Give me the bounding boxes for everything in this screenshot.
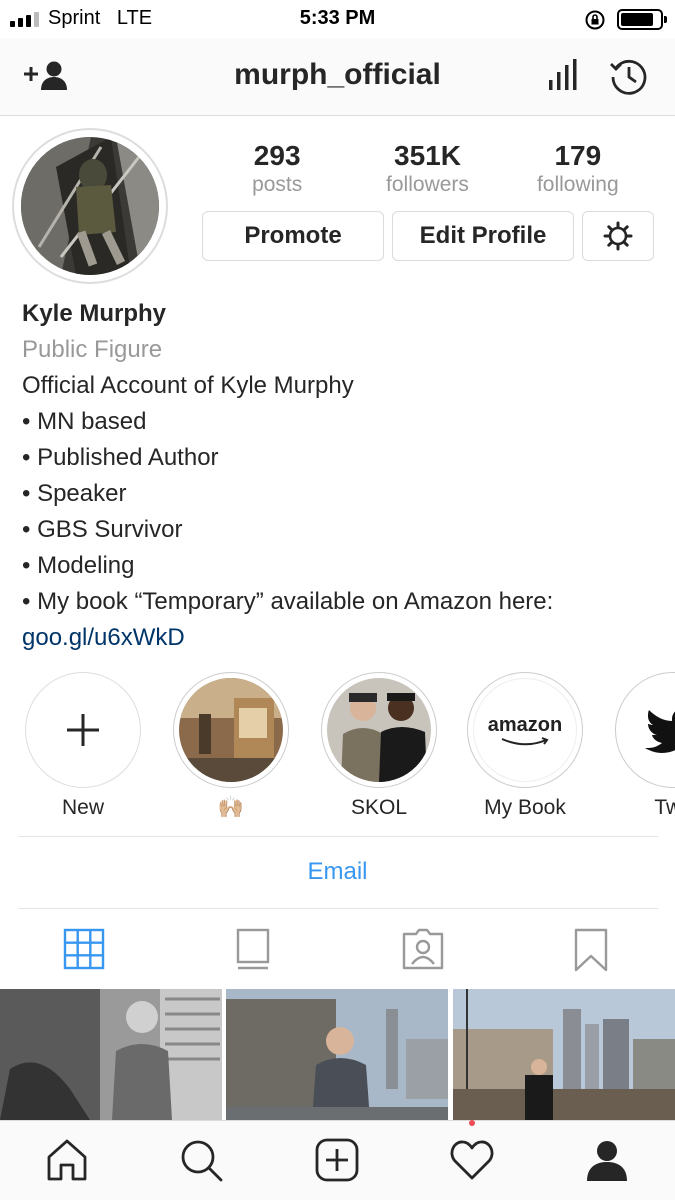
avatar-photo	[21, 137, 159, 275]
highlight-item[interactable]: amazon My Book	[465, 672, 585, 820]
post-thumbnail[interactable]	[226, 989, 448, 1120]
bio-line: • Modeling	[22, 552, 135, 579]
divider	[18, 836, 658, 837]
gear-icon	[603, 221, 633, 251]
following-count[interactable]: 179 following	[503, 140, 653, 198]
archive-icon[interactable]	[608, 56, 650, 98]
profile-stats: 293 posts 351K followers 179 following	[202, 140, 653, 198]
divider	[18, 908, 658, 909]
highlight-cover	[179, 678, 283, 782]
battery-icon	[617, 9, 667, 30]
profile-icon[interactable]	[584, 1137, 630, 1183]
bio-line: • Published Author	[22, 444, 219, 471]
profile-view-tabs	[0, 918, 675, 984]
email-contact-button[interactable]: Email	[0, 858, 675, 886]
notification-dot	[469, 1120, 475, 1126]
highlight-label: SKOL	[350, 796, 408, 819]
plus-icon	[67, 714, 99, 746]
feed-view-icon[interactable]	[230, 926, 276, 972]
highlight-item[interactable]: Twit	[613, 672, 675, 820]
settings-button[interactable]	[582, 211, 654, 261]
followers-count[interactable]: 351K followers	[352, 140, 502, 198]
post-thumbnail[interactable]	[453, 989, 675, 1120]
profile-bio: Kyle Murphy Public Figure Official Accou…	[22, 296, 662, 656]
grid-view-icon[interactable]	[61, 926, 107, 972]
tagged-photos-icon[interactable]	[400, 926, 446, 972]
bio-line: Official Account of Kyle Murphy	[22, 372, 354, 399]
clock: 5:33 PM	[299, 7, 376, 29]
highlight-item[interactable]: 🙌🏼	[171, 672, 291, 820]
insights-icon[interactable]	[546, 58, 580, 92]
search-icon[interactable]	[178, 1137, 224, 1183]
edit-profile-button[interactable]: Edit Profile	[392, 211, 574, 261]
post-thumbnail[interactable]	[0, 989, 222, 1120]
amazon-smile-icon	[501, 736, 549, 745]
promote-button[interactable]: Promote	[202, 211, 384, 261]
twitter-bird-icon	[645, 710, 675, 753]
highlight-cover	[621, 678, 675, 782]
highlight-new[interactable]: New	[23, 672, 143, 820]
story-highlights: New 🙌🏼 SKOL amazon My Book Tw	[0, 672, 675, 832]
highlight-label: My Book	[484, 796, 566, 819]
bio-line: • MN based	[22, 408, 147, 435]
amazon-logo: amazon	[487, 713, 563, 736]
bottom-tab-bar	[0, 1120, 675, 1200]
profile-avatar[interactable]	[12, 128, 168, 284]
status-bar: Sprint LTE 5:33 PM	[0, 0, 675, 38]
posts-count[interactable]: 293 posts	[202, 140, 352, 198]
bio-link[interactable]: goo.gl/u6xWkD	[22, 620, 662, 656]
profile-full-name: Kyle Murphy	[22, 300, 167, 327]
highlight-item[interactable]: SKOL	[319, 672, 439, 820]
bio-line: • GBS Survivor	[22, 516, 183, 543]
profile-nav-bar: murph_official	[0, 38, 675, 116]
highlight-label: Twit	[654, 796, 675, 819]
new-post-icon[interactable]	[314, 1137, 360, 1183]
activity-heart-icon[interactable]	[449, 1137, 495, 1183]
highlight-label: 🙌🏼	[217, 796, 245, 819]
profile-category: Public Figure	[22, 336, 163, 363]
highlight-cover	[327, 678, 431, 782]
rotation-lock-icon	[585, 10, 605, 30]
post-grid	[0, 989, 675, 1120]
highlight-label: New	[61, 796, 104, 819]
home-icon[interactable]	[44, 1137, 90, 1183]
bio-line: • My book “Temporary” available on Amazo…	[22, 588, 554, 615]
saved-bookmark-icon[interactable]	[568, 926, 614, 972]
highlight-cover: amazon	[473, 678, 577, 782]
bio-line: • Speaker	[22, 480, 127, 507]
